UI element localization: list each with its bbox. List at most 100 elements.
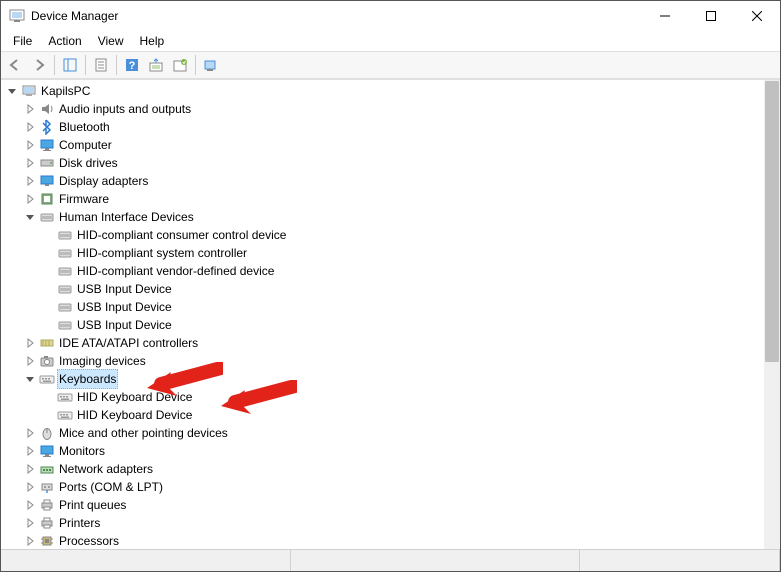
imaging-icon <box>39 353 55 369</box>
tree-node[interactable]: Imaging devices <box>1 352 780 370</box>
tree-node[interactable]: Human Interface Devices <box>1 208 780 226</box>
tree-node-label: Firmware <box>57 190 111 208</box>
expand-toggle[interactable] <box>23 444 37 458</box>
menu-file[interactable]: File <box>5 32 40 50</box>
tree-node-label: Printers <box>57 514 102 532</box>
expand-toggle[interactable] <box>23 516 37 530</box>
expand-toggle[interactable] <box>5 84 19 98</box>
expand-toggle[interactable] <box>23 138 37 152</box>
tree-node[interactable]: HID-compliant consumer control device <box>1 226 780 244</box>
expand-toggle[interactable] <box>23 498 37 512</box>
expand-toggle[interactable] <box>23 120 37 134</box>
tree-node-label: HID Keyboard Device <box>75 406 194 424</box>
firmware-icon <box>39 191 55 207</box>
tree-node-label: Display adapters <box>57 172 150 190</box>
help-button[interactable]: ? <box>120 54 144 76</box>
update-driver-button[interactable] <box>144 54 168 76</box>
properties-button[interactable] <box>89 54 113 76</box>
tree-node[interactable]: HID-compliant system controller <box>1 244 780 262</box>
expand-toggle[interactable] <box>23 480 37 494</box>
expand-toggle[interactable] <box>23 102 37 116</box>
tree-node-label: HID-compliant vendor-defined device <box>75 262 276 280</box>
keyboard-icon <box>39 371 55 387</box>
expand-toggle[interactable] <box>23 426 37 440</box>
tree-node-label: KapilsPC <box>39 82 92 100</box>
tree-node[interactable]: Ports (COM & LPT) <box>1 478 780 496</box>
window-title: Device Manager <box>31 9 642 23</box>
expand-toggle <box>41 408 55 422</box>
scan-hardware-button[interactable] <box>199 54 223 76</box>
vertical-scrollbar[interactable] <box>764 80 780 549</box>
hid-device-icon <box>57 299 73 315</box>
menu-help[interactable]: Help <box>132 32 173 50</box>
ide-icon <box>39 335 55 351</box>
tree-node[interactable]: Keyboards <box>1 370 780 388</box>
tree-node[interactable]: HID Keyboard Device <box>1 388 780 406</box>
tree-node-label: Processors <box>57 532 121 549</box>
expand-toggle[interactable] <box>23 534 37 548</box>
tree-node[interactable]: Bluetooth <box>1 118 780 136</box>
tree-node-label: HID Keyboard Device <box>75 388 194 406</box>
tree-node[interactable]: Processors <box>1 532 780 549</box>
tree-node[interactable]: Print queues <box>1 496 780 514</box>
svg-text:?: ? <box>129 60 136 72</box>
tree-node[interactable]: Computer <box>1 136 780 154</box>
tree-node-label: USB Input Device <box>75 280 174 298</box>
expand-toggle[interactable] <box>23 336 37 350</box>
tree-node-label: Mice and other pointing devices <box>57 424 230 442</box>
minimize-button[interactable] <box>642 1 688 31</box>
expand-toggle[interactable] <box>23 354 37 368</box>
tree-node[interactable]: Mice and other pointing devices <box>1 424 780 442</box>
tree-node[interactable]: Audio inputs and outputs <box>1 100 780 118</box>
maximize-button[interactable] <box>688 1 734 31</box>
tree-node[interactable]: Display adapters <box>1 172 780 190</box>
tree-node[interactable]: Firmware <box>1 190 780 208</box>
expand-toggle <box>41 228 55 242</box>
forward-button[interactable] <box>27 54 51 76</box>
hid-device-icon <box>57 227 73 243</box>
printer-icon <box>39 497 55 513</box>
tree-node[interactable]: Printers <box>1 514 780 532</box>
hid-device-icon <box>57 245 73 261</box>
tree-node[interactable]: IDE ATA/ATAPI controllers <box>1 334 780 352</box>
expand-toggle[interactable] <box>23 156 37 170</box>
tree-node[interactable]: Network adapters <box>1 460 780 478</box>
tree-node[interactable]: HID-compliant vendor-defined device <box>1 262 780 280</box>
menubar: File Action View Help <box>1 31 780 51</box>
computer-icon <box>21 83 37 99</box>
back-button[interactable] <box>3 54 27 76</box>
menu-action[interactable]: Action <box>40 32 89 50</box>
tree-node-label: Human Interface Devices <box>57 208 196 226</box>
hid-device-icon <box>57 317 73 333</box>
tree-node[interactable]: HID Keyboard Device <box>1 406 780 424</box>
expand-toggle[interactable] <box>23 210 37 224</box>
port-icon <box>39 479 55 495</box>
tree-node[interactable]: USB Input Device <box>1 280 780 298</box>
expand-toggle[interactable] <box>23 372 37 386</box>
tree-node-label: Imaging devices <box>57 352 148 370</box>
tree-node[interactable]: USB Input Device <box>1 316 780 334</box>
tree-node[interactable]: KapilsPC <box>1 82 780 100</box>
menu-view[interactable]: View <box>90 32 132 50</box>
device-tree-panel[interactable]: KapilsPCAudio inputs and outputsBluetoot… <box>1 79 780 549</box>
close-button[interactable] <box>734 1 780 31</box>
expand-toggle[interactable] <box>23 174 37 188</box>
expand-toggle <box>41 264 55 278</box>
tree-node[interactable]: Disk drives <box>1 154 780 172</box>
expand-toggle <box>41 318 55 332</box>
expand-toggle <box>41 282 55 296</box>
tree-node-label: Monitors <box>57 442 107 460</box>
scrollbar-thumb[interactable] <box>765 81 779 362</box>
tree-node-label: Ports (COM & LPT) <box>57 478 165 496</box>
tree-node[interactable]: Monitors <box>1 442 780 460</box>
tree-node-label: HID-compliant system controller <box>75 244 249 262</box>
expand-toggle[interactable] <box>23 462 37 476</box>
tree-node[interactable]: USB Input Device <box>1 298 780 316</box>
tree-node-label: USB Input Device <box>75 316 174 334</box>
toolbar: ? <box>1 51 780 79</box>
uninstall-button[interactable] <box>168 54 192 76</box>
audio-icon <box>39 101 55 117</box>
expand-toggle[interactable] <box>23 192 37 206</box>
disk-icon <box>39 155 55 171</box>
show-hide-tree-button[interactable] <box>58 54 82 76</box>
